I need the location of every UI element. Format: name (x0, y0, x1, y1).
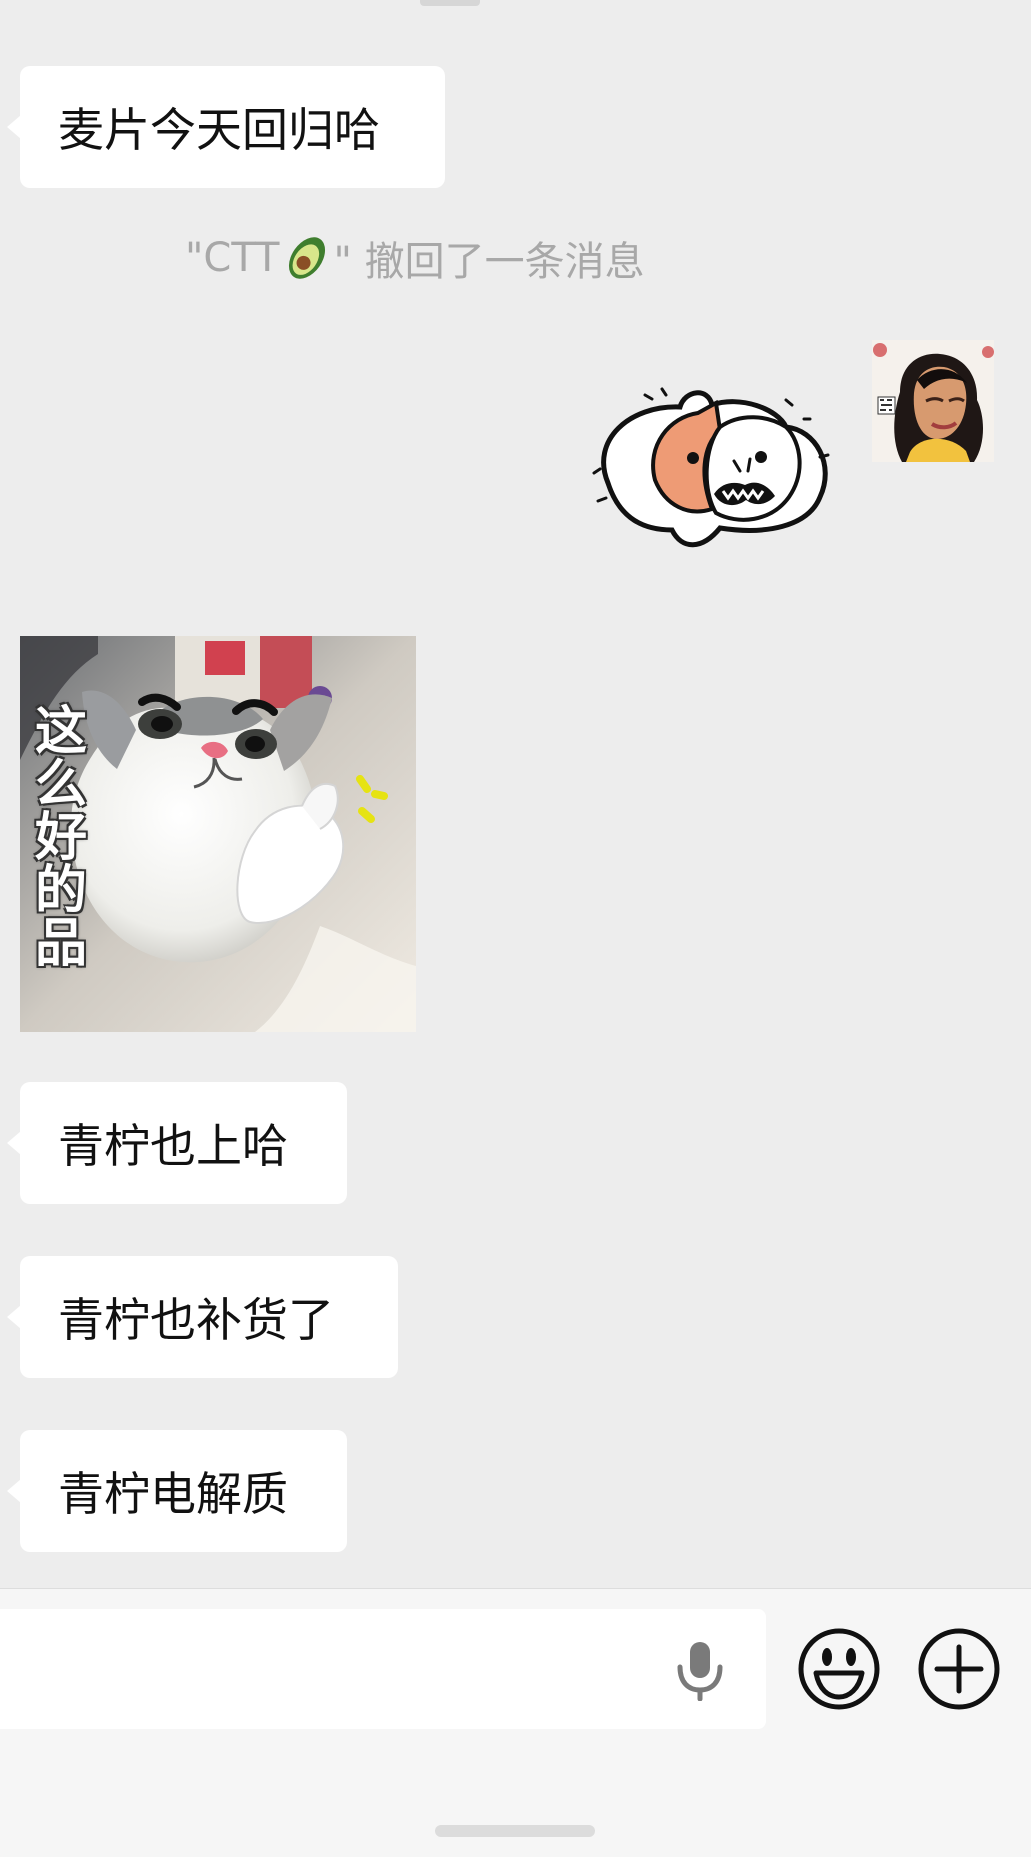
recall-notice-suffix: " 撤回了一条消息 (333, 239, 645, 285)
message-text: 青柠电解质 (58, 1467, 288, 1521)
cat-meme-image[interactable]: 这么好的品 (20, 636, 416, 1032)
chat-message-area: 麦片今天回归哈 "CTT " 撤回了一条消息 这么好的品 青柠也上哈 青柠也补货… (0, 0, 1031, 1588)
profile-avatar-icon[interactable] (872, 340, 994, 462)
message-input[interactable] (0, 1609, 766, 1729)
home-indicator (435, 1825, 595, 1837)
avocado-emoji-icon (288, 237, 325, 279)
recall-notice: "CTT " 撤回了一条消息 (185, 230, 645, 286)
incoming-message-1[interactable]: 麦片今天回归哈 (7, 66, 445, 188)
cat-sticker-icon[interactable] (590, 385, 840, 555)
emoji-icon[interactable] (797, 1627, 881, 1711)
microphone-icon[interactable] (670, 1637, 730, 1701)
cat-meme-caption: 这么好的品 (35, 702, 88, 974)
message-text: 麦片今天回归哈 (58, 103, 380, 157)
top-scroll-edge (420, 0, 480, 6)
plus-icon[interactable] (917, 1627, 1001, 1711)
recall-notice-prefix: "CTT (185, 235, 280, 281)
message-input-bar (0, 1588, 1031, 1857)
incoming-message-3[interactable]: 青柠也补货了 (7, 1256, 398, 1378)
incoming-message-4[interactable]: 青柠电解质 (7, 1430, 347, 1552)
message-text: 青柠也补货了 (58, 1293, 334, 1347)
incoming-message-2[interactable]: 青柠也上哈 (7, 1082, 347, 1204)
message-text: 青柠也上哈 (58, 1119, 288, 1173)
